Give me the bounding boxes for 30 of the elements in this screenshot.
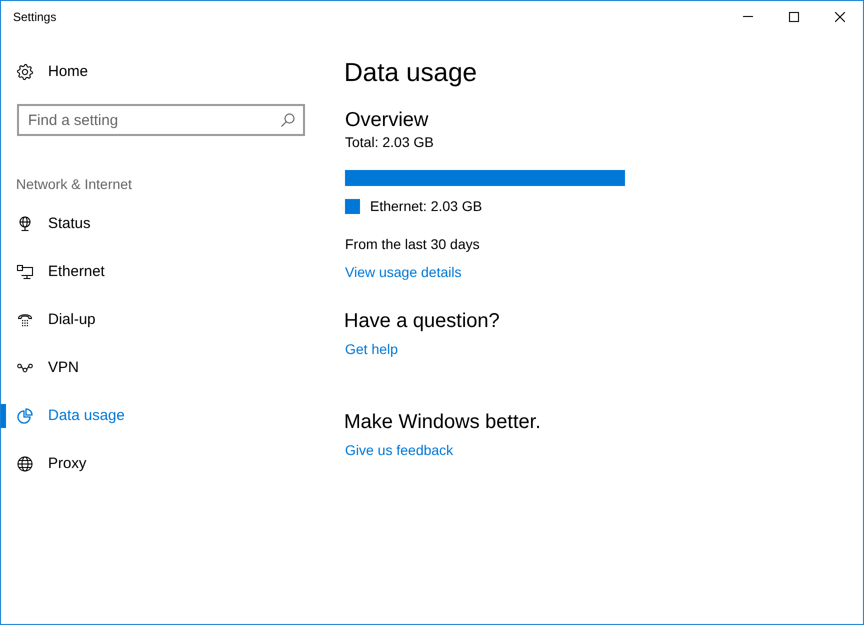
settings-icon[interactable] [17,64,33,80]
window-title: Settings [13,10,56,24]
section-heading: Have a question? [344,309,500,333]
monitor-icon[interactable] [17,264,33,280]
nav-item[interactable]: Proxy [48,454,86,474]
nav-item[interactable]: Dial-up [48,310,96,330]
page-title: Data usage [344,56,477,89]
usage-details-link[interactable]: View usage details [345,262,462,282]
close-icon [835,12,845,22]
minimize-icon [743,16,753,17]
globe-icon[interactable] [17,456,33,472]
pie-chart-icon[interactable] [17,408,33,424]
home-link[interactable]: Home [48,62,88,82]
desk-globe-icon[interactable] [17,216,33,232]
period-text: From the last 30 days [345,235,480,254]
section-heading: Overview [345,108,428,132]
nav-item[interactable]: Ethernet [48,262,105,282]
search-field[interactable]: Find a setting [17,104,305,136]
nav-item[interactable]: Data usage [48,406,125,426]
help-link[interactable]: Give us feedback [345,440,454,460]
nav-item[interactable]: VPN [48,358,79,378]
search-icon[interactable] [281,113,295,127]
nav-item[interactable]: Status [48,214,91,234]
phone-icon[interactable] [17,312,33,328]
legend-label: Ethernet: 2.03 GB [370,197,482,216]
section-header: Network & Internet [16,175,132,194]
total-usage-text: Total: 2.03 GB [345,133,434,152]
section-heading: Make Windows better. [344,410,541,434]
maximize-icon [789,12,799,22]
help-link[interactable]: Get help [345,339,398,359]
